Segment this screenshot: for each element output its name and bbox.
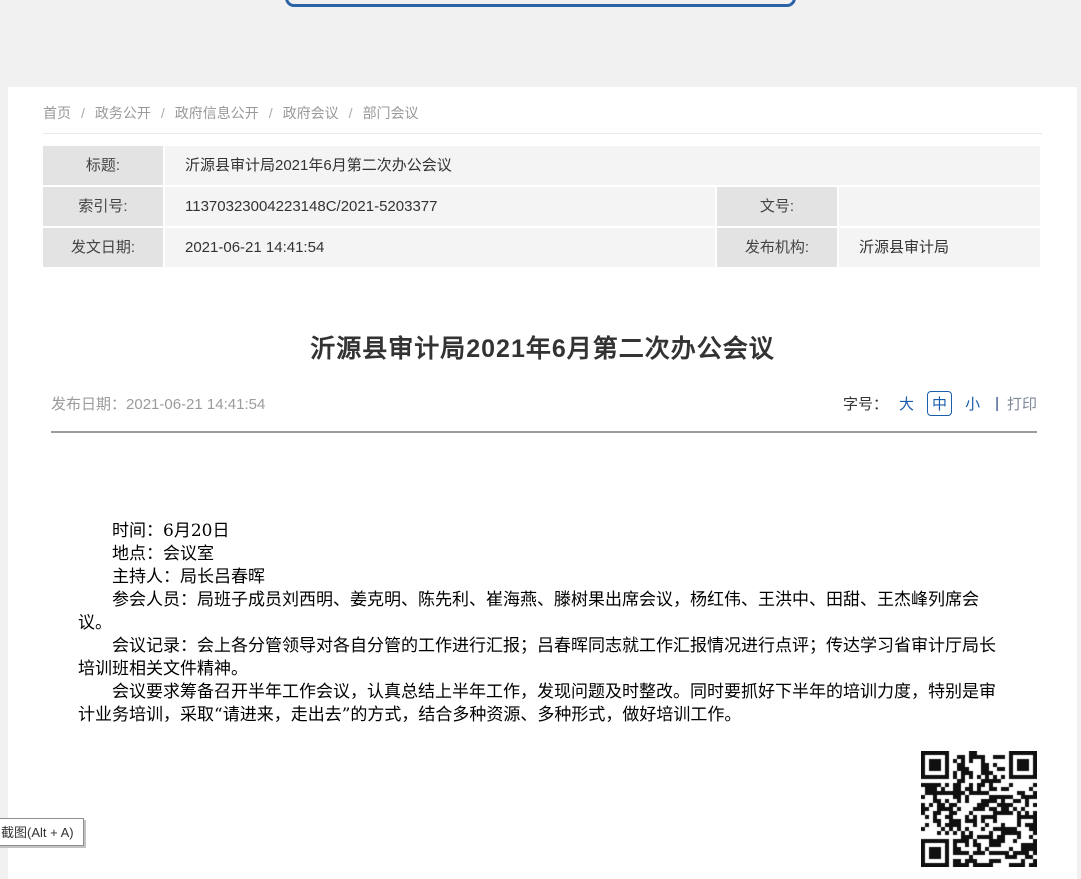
font-size-medium-button[interactable]: 中 — [927, 391, 952, 416]
article-paragraph: 主持人：局长吕春晖 — [78, 566, 1002, 589]
article-body: 时间：6月20日 地点：会议室 主持人：局长吕春晖 参会人员：局班子成员刘西明、… — [78, 520, 1002, 727]
publish-row: 发布日期：2021-06-21 14:41:54 字号： 大 中 小 | 打印 — [51, 391, 1037, 416]
meta-agency-label: 发布机构: — [717, 228, 837, 267]
page-title: 沂源县审计局2021年6月第二次办公会议 — [8, 329, 1077, 365]
meta-index-value: 11370323004223148C/2021-5203377 — [165, 187, 715, 226]
meta-title-label: 标题: — [43, 146, 163, 185]
content-card: 首页 / 政务公开 / 政府信息公开 / 政府会议 / 部门会议 标题: 沂源县审计局2021年… — [8, 87, 1077, 879]
breadcrumb: 首页 / 政务公开 / 政府信息公开 / 政府会议 / 部门会议 — [8, 87, 1077, 123]
article-paragraph: 参会人员：局班子成员刘西明、姜克明、陈先利、崔海燕、滕树果出席会议，杨红伟、王洪… — [78, 589, 1002, 635]
breadcrumb-item-home[interactable]: 首页 — [43, 105, 71, 121]
breadcrumb-item-gov-meeting[interactable]: 政府会议 — [283, 105, 339, 121]
font-size-label: 字号： — [843, 393, 888, 414]
meta-title-value: 沂源县审计局2021年6月第二次办公会议 — [165, 146, 1040, 185]
breadcrumb-separator: / — [349, 105, 353, 121]
breadcrumb-separator: / — [269, 105, 273, 121]
font-size-small-button[interactable]: 小 — [960, 391, 985, 416]
content-divider — [51, 431, 1037, 433]
print-button[interactable]: 打印 — [1007, 393, 1037, 414]
publish-date-value: 2021-06-21 14:41:54 — [126, 396, 265, 413]
breadcrumb-separator: / — [161, 105, 165, 121]
article-paragraph: 地点：会议室 — [78, 543, 1002, 566]
search-box-remnant[interactable] — [285, 0, 796, 7]
font-size-large-button[interactable]: 大 — [894, 391, 919, 416]
meta-docnum-label: 文号: — [717, 187, 837, 226]
screenshot-tooltip: 截图(Alt + A) — [0, 818, 84, 846]
toolbar-divider: | — [995, 395, 999, 412]
breadcrumb-item-dept-meeting[interactable]: 部门会议 — [363, 105, 419, 121]
breadcrumb-item-zhengwu[interactable]: 政务公开 — [95, 105, 151, 121]
publish-date-label: 发布日期： — [51, 396, 126, 413]
article-paragraph: 会议记录：会上各分管领导对各自分管的工作进行汇报；吕春晖同志就工作汇报情况进行点… — [78, 635, 1002, 681]
document-meta-table: 标题: 沂源县审计局2021年6月第二次办公会议 索引号: 1137032300… — [43, 146, 1040, 267]
meta-agency-value: 沂源县审计局 — [839, 228, 1040, 267]
breadcrumb-item-info[interactable]: 政府信息公开 — [175, 105, 259, 121]
meta-index-label: 索引号: — [43, 187, 163, 226]
meta-issuedate-value: 2021-06-21 14:41:54 — [165, 228, 715, 267]
font-size-toolbar: 字号： 大 中 小 | 打印 — [843, 391, 1037, 416]
breadcrumb-separator: / — [81, 105, 85, 121]
publish-date: 发布日期：2021-06-21 14:41:54 — [51, 393, 265, 414]
meta-issuedate-label: 发文日期: — [43, 228, 163, 267]
breadcrumb-divider — [43, 133, 1042, 134]
article-paragraph: 会议要求筹备召开半年工作会议，认真总结上半年工作，发现问题及时整改。同时要抓好下… — [78, 681, 1002, 727]
article-paragraph: 时间：6月20日 — [78, 520, 1002, 543]
qr-code-icon — [912, 742, 1046, 876]
meta-docnum-value — [839, 187, 1040, 226]
